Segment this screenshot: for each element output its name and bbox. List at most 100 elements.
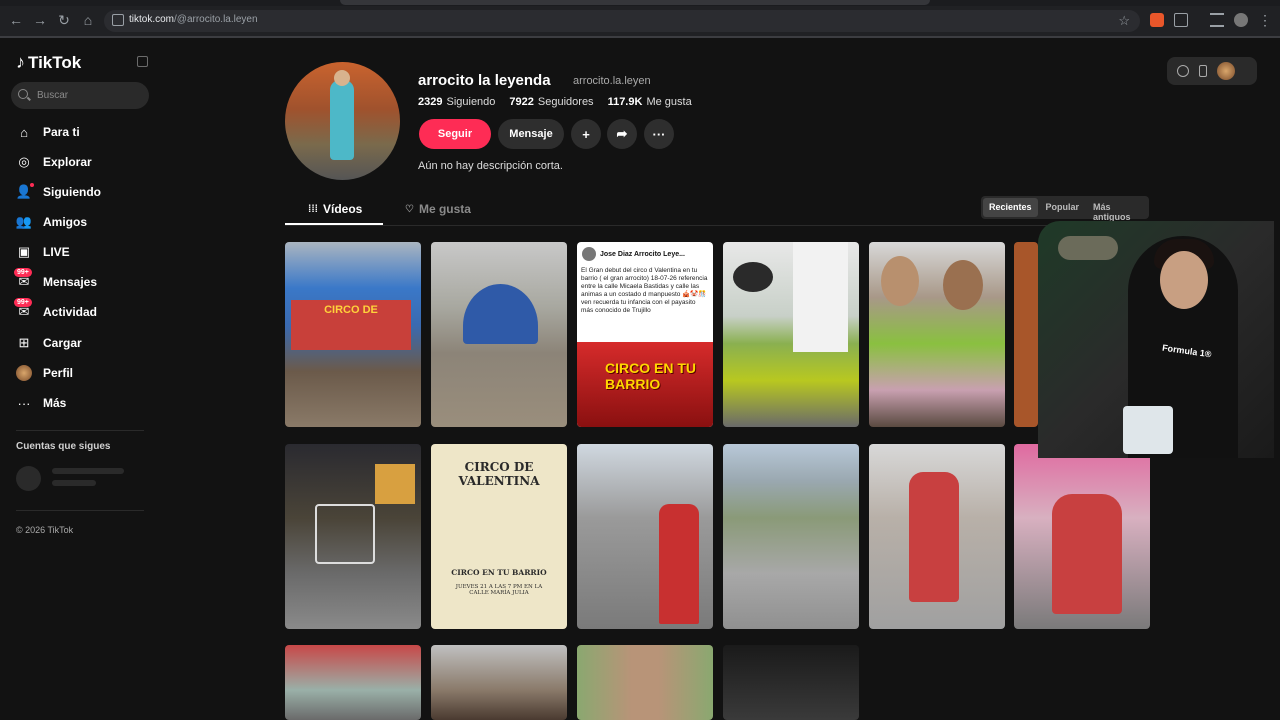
sidebar-item-label: Para ti: [43, 125, 80, 139]
video-thumbnail[interactable]: [723, 242, 859, 427]
video-thumbnail[interactable]: [869, 242, 1005, 427]
bookmark-star-icon[interactable]: ☆: [1118, 13, 1130, 29]
active-tab[interactable]: [340, 0, 930, 5]
sidebar-item-live[interactable]: ▣ LIVE: [16, 242, 70, 262]
tiktok-note-icon: ♪: [16, 52, 25, 72]
streamer-webcam-overlay: Formula 1®: [1038, 221, 1274, 458]
url-host: tiktok.com: [129, 14, 175, 25]
forward-icon[interactable]: →: [32, 12, 48, 28]
tiktok-logo[interactable]: ♪ TikTok: [16, 52, 81, 73]
active-tab-underline: [285, 223, 383, 225]
sidebar-item-label: Amigos: [43, 215, 88, 229]
video-thumbnail[interactable]: [431, 645, 567, 720]
followers-stat[interactable]: 7922 Seguidores: [509, 96, 593, 108]
clown-figure: [659, 504, 699, 624]
following-stat[interactable]: 2329 Siguiendo: [418, 96, 495, 108]
plate-shape: [1123, 406, 1173, 454]
add-friend-icon[interactable]: +: [571, 119, 601, 149]
message-button[interactable]: Mensaje: [498, 119, 564, 149]
video-thumbnail[interactable]: [577, 645, 713, 720]
sort-recent[interactable]: Recientes: [983, 198, 1038, 217]
poster-subtitle: CIRCO EN TU BARRIO: [451, 568, 547, 577]
reload-icon[interactable]: ↻: [56, 12, 72, 28]
activity-badge: 99+: [14, 298, 32, 307]
sort-oldest[interactable]: Más antiguos: [1087, 198, 1147, 222]
video-thumbnail[interactable]: CIRCO DE: [285, 242, 421, 427]
sidebar-item-cargar[interactable]: ⊞ Cargar: [16, 333, 82, 353]
url-text: tiktok.com/@arrocito.la.leyen: [129, 14, 258, 25]
top-right-controls: [1167, 57, 1257, 85]
video-thumbnail[interactable]: [1014, 444, 1150, 629]
liked-heart-icon: ♡: [405, 203, 414, 215]
video-thumbnail[interactable]: [285, 444, 421, 629]
sidebar-item-perfil[interactable]: Perfil: [16, 363, 73, 383]
home-icon: ⌂: [20, 124, 28, 140]
profile-avatar: [285, 62, 400, 180]
sidebar-item-explorar[interactable]: ◎ Explorar: [16, 152, 91, 172]
likes-label: Me gusta: [646, 96, 692, 108]
video-thumbnail[interactable]: [723, 645, 859, 720]
tent-banner-text: CIRCO DE: [324, 304, 378, 316]
url-path: /@arrocito.la.leyen: [174, 14, 258, 25]
profile-username: arrocito la leyenda: [418, 72, 551, 89]
browser-profile-icon[interactable]: [1234, 13, 1248, 27]
collapse-sidebar-icon[interactable]: [137, 56, 148, 67]
video-thumbnail[interactable]: [869, 444, 1005, 629]
user-avatar[interactable]: [1217, 62, 1235, 80]
coin-icon[interactable]: [1177, 65, 1189, 77]
video-thumbnail[interactable]: [1014, 242, 1038, 427]
avatar-head: [334, 70, 350, 86]
video-thumbnail[interactable]: CIRCO DE VALENTINA CIRCO EN TU BARRIO JU…: [431, 444, 567, 629]
device-icon[interactable]: [1199, 65, 1207, 77]
loading-line: [52, 468, 124, 474]
sidebar-item-amigos[interactable]: 👥 Amigos: [16, 212, 87, 232]
sidebar-divider: [16, 430, 144, 431]
following-label: Siguiendo: [446, 96, 496, 108]
address-bar[interactable]: tiktok.com/@arrocito.la.leyen ☆: [104, 10, 1140, 32]
tab-videos-label: Vídeos: [323, 202, 363, 216]
video-thumbnail[interactable]: [577, 444, 713, 629]
likes-count: 117.9K: [607, 96, 643, 108]
sidebar-item-mensajes[interactable]: ✉ 99+ Mensajes: [14, 268, 97, 292]
video-thumbnail[interactable]: [723, 444, 859, 629]
loading-line: [52, 480, 96, 486]
face-shape: [943, 260, 983, 310]
copyright: © 2026 TikTok: [16, 525, 74, 535]
browser-menu-icon[interactable]: ⋮: [1257, 12, 1273, 28]
house-shape: [375, 464, 415, 504]
video-thumbnail[interactable]: [431, 242, 567, 427]
extensions-puzzle-icon[interactable]: [1174, 13, 1188, 27]
sidebar-item-actividad[interactable]: ✉ 99+ Actividad: [14, 298, 97, 322]
hat-shape: [733, 262, 773, 292]
tab-videos[interactable]: ⁞⁞⁞ Vídeos: [308, 202, 362, 216]
home-browser-icon[interactable]: ⌂: [80, 12, 96, 28]
friends-icon: 👥: [15, 214, 33, 229]
site-info-icon[interactable]: [112, 14, 124, 26]
video-thumbnail[interactable]: Jose Diaz Arrocito Leye... El Gran debut…: [577, 242, 713, 427]
extension-fox-icon[interactable]: [1150, 13, 1164, 27]
following-accounts-title: Cuentas que sigues: [16, 441, 111, 452]
sidebar-item-para-ti[interactable]: ⌂ Para ti: [16, 122, 80, 142]
followers-count: 7922: [509, 96, 534, 108]
sidebar-item-siguiendo[interactable]: 👤 Siguiendo: [16, 182, 101, 202]
sidebar-item-mas[interactable]: ··· Más: [16, 393, 67, 413]
post-image: CIRCO EN TU BARRIO: [577, 342, 713, 427]
media-controls-icon[interactable]: [1210, 13, 1224, 27]
post-header: Jose Diaz Arrocito Leye...: [582, 247, 685, 261]
back-icon[interactable]: ←: [8, 12, 24, 28]
profile-handle: arrocito.la.leyen: [573, 75, 651, 87]
search-icon: [18, 89, 28, 99]
search-input[interactable]: Buscar: [11, 82, 149, 109]
video-thumbnail[interactable]: [285, 645, 421, 720]
sort-popular[interactable]: Popular: [1040, 198, 1086, 217]
tab-liked[interactable]: ♡ Me gusta: [405, 202, 471, 216]
messages-badge: 99+: [14, 268, 32, 277]
share-icon[interactable]: ➦: [607, 119, 637, 149]
sidebar: ♪ TikTok Buscar ⌂ Para ti ◎ Explorar 👤 S…: [0, 40, 160, 720]
more-options-icon[interactable]: ···: [644, 119, 674, 149]
profile-bio: Aún no hay descripción corta.: [418, 160, 563, 172]
follow-button[interactable]: Seguir: [419, 119, 491, 149]
search-placeholder: Buscar: [37, 90, 69, 101]
notification-dot: [30, 183, 34, 187]
upload-icon: ⊞: [18, 335, 30, 350]
